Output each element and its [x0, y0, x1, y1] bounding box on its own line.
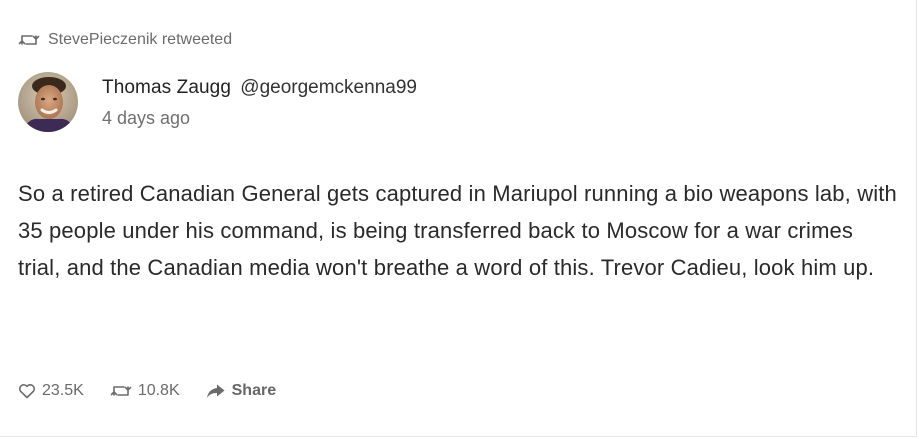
retweet-button[interactable]: 10.8K: [110, 380, 180, 402]
retweet-count: 10.8K: [137, 382, 180, 399]
post-body: So a retired Canadian General gets captu…: [18, 181, 897, 280]
post-actions: 23.5K 10.8K Share: [18, 380, 276, 402]
share-arrow-icon: [206, 384, 225, 398]
retweet-icon: [110, 386, 132, 396]
retweet-icon: [18, 35, 40, 45]
author-display-name[interactable]: Thomas Zaugg: [102, 77, 231, 98]
avatar[interactable]: [18, 72, 78, 132]
retweet-indicator: StevePieczenik retweeted: [18, 30, 232, 50]
heart-icon: [19, 384, 35, 399]
author-name-line: Thomas Zaugg @georgemckenna99: [102, 76, 417, 100]
post-card: StevePieczenik retweeted Thomas Zaugg @g…: [0, 0, 917, 437]
share-label: Share: [231, 382, 277, 399]
author-meta: Thomas Zaugg @georgemckenna99 4 days ago: [102, 76, 417, 129]
post-timestamp[interactable]: 4 days ago: [102, 107, 417, 129]
share-button[interactable]: Share: [206, 380, 276, 402]
like-button[interactable]: 23.5K: [18, 380, 84, 402]
author-handle[interactable]: @georgemckenna99: [240, 77, 417, 98]
author-row: Thomas Zaugg @georgemckenna99 4 days ago: [18, 72, 417, 132]
like-count: 23.5K: [42, 382, 84, 399]
retweeted-by-text[interactable]: StevePieczenik retweeted: [48, 30, 232, 50]
